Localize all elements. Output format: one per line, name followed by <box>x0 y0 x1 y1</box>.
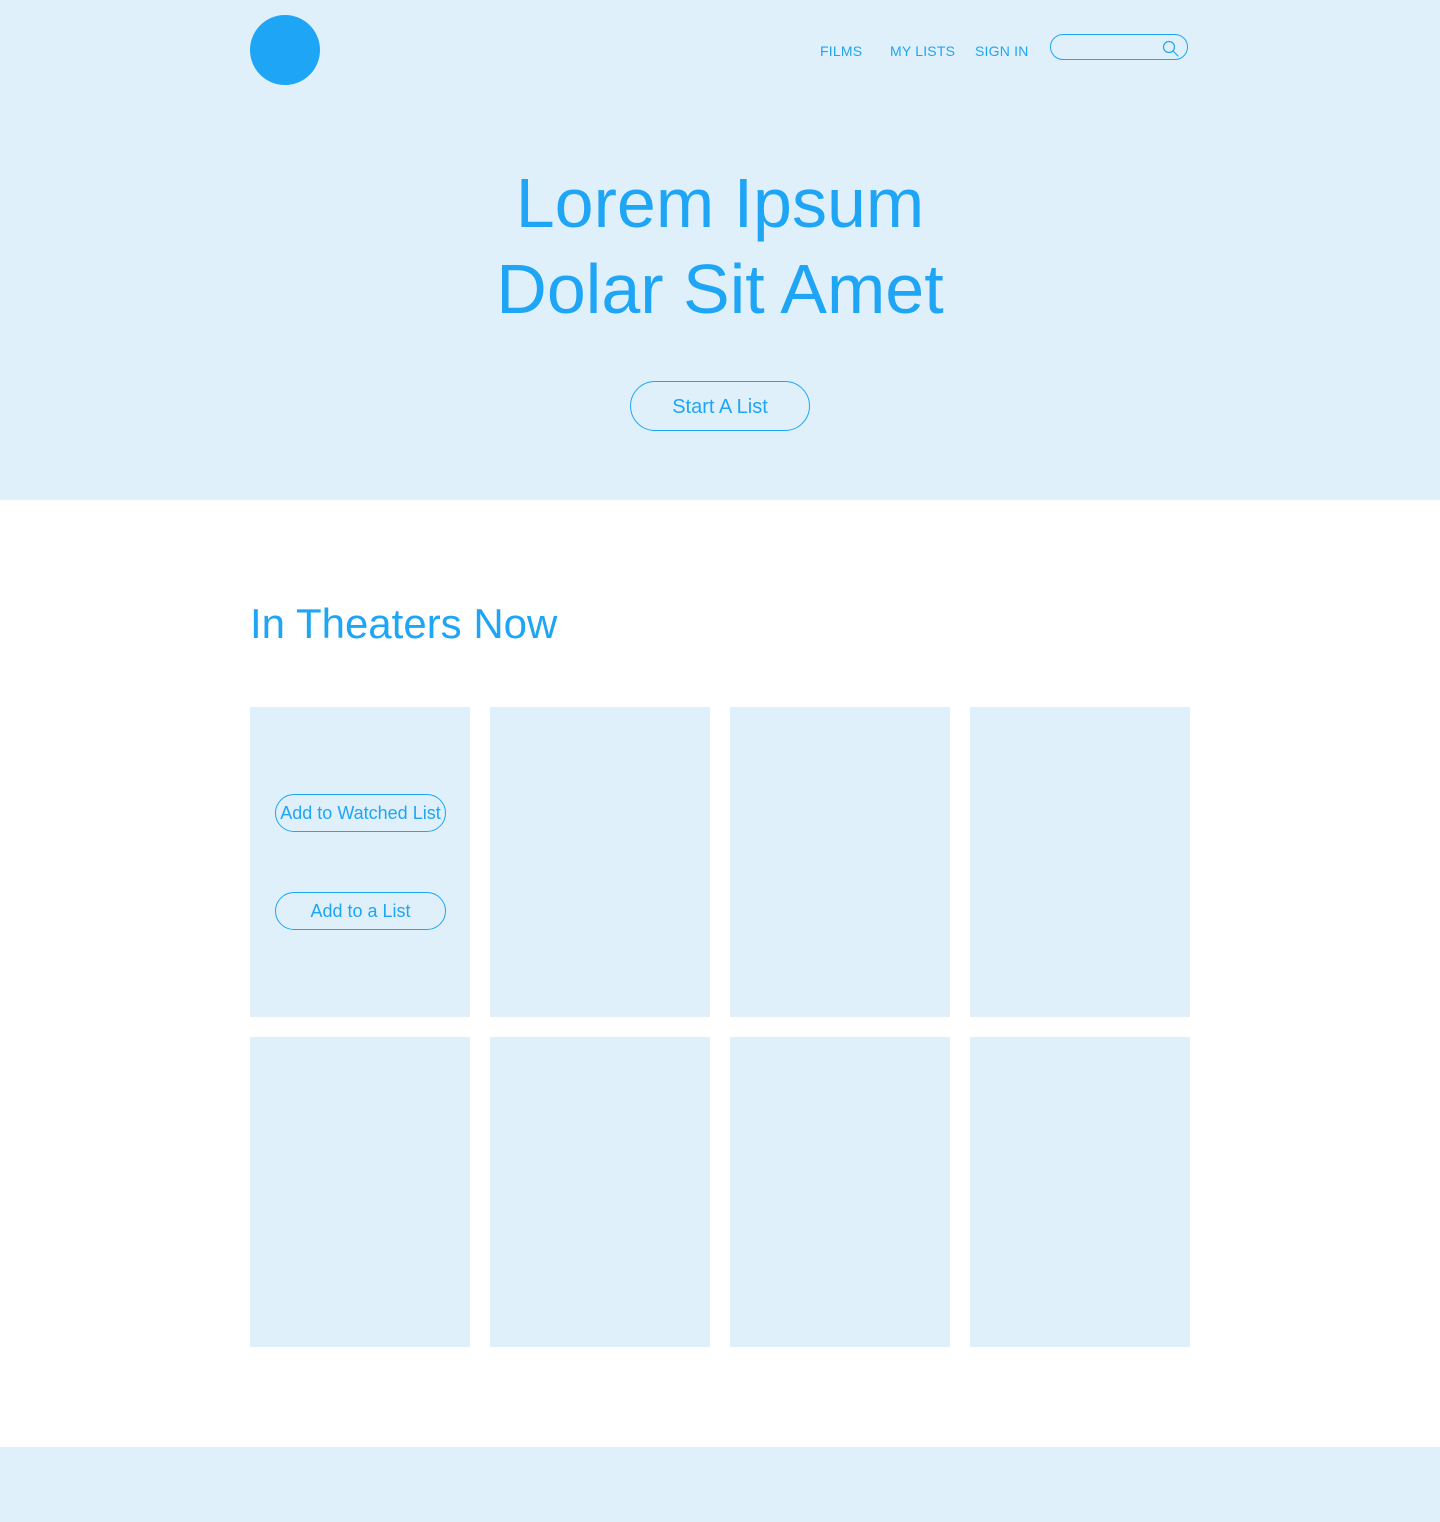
film-grid: Add to Watched List Add to a List <box>250 707 1190 1347</box>
site-logo[interactable] <box>250 15 320 85</box>
search-icon[interactable] <box>1162 40 1179 57</box>
film-card[interactable] <box>970 1037 1190 1347</box>
search-input[interactable] <box>1061 37 1161 57</box>
hero-title-line-2: Dolar Sit Amet <box>496 250 944 328</box>
nav-sign-in-link[interactable]: SIGN IN <box>975 42 1029 60</box>
film-card[interactable] <box>490 1037 710 1347</box>
nav-my-lists-link[interactable]: MY LISTS <box>890 42 955 60</box>
add-to-a-list-button[interactable]: Add to a List <box>275 892 446 930</box>
film-card[interactable] <box>250 1037 470 1347</box>
film-card[interactable] <box>970 707 1190 1017</box>
add-to-watched-list-button[interactable]: Add to Watched List <box>275 794 446 832</box>
hero-title: Lorem Ipsum Dolar Sit Amet <box>0 160 1440 332</box>
search-box <box>1050 34 1188 60</box>
in-theaters-title: In Theaters Now <box>250 600 558 647</box>
film-card[interactable] <box>730 1037 950 1347</box>
page-footer <box>0 1447 1440 1522</box>
hero-section: FILMS MY LISTS SIGN IN Lorem Ipsum Dolar… <box>0 0 1440 500</box>
film-card[interactable] <box>730 707 950 1017</box>
film-card[interactable] <box>490 707 710 1017</box>
start-a-list-button[interactable]: Start A List <box>630 381 810 431</box>
film-card[interactable]: Add to Watched List Add to a List <box>250 707 470 1017</box>
nav-films-link[interactable]: FILMS <box>820 42 862 60</box>
hero-title-line-1: Lorem Ipsum <box>515 164 925 242</box>
